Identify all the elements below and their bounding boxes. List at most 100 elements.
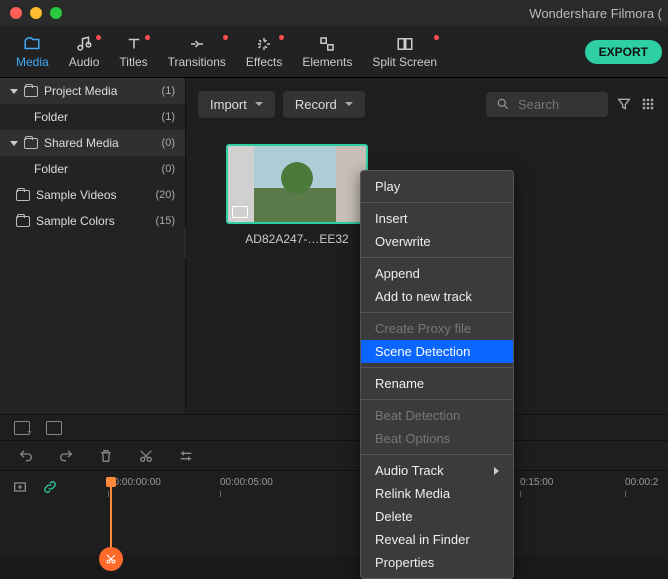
menu-separator xyxy=(361,454,513,455)
chevron-down-icon xyxy=(10,141,18,146)
tab-label: Effects xyxy=(246,55,282,69)
menu-separator xyxy=(361,257,513,258)
dropdown-label: Import xyxy=(210,97,247,112)
folder-button[interactable] xyxy=(46,421,62,435)
thumbnail-label: AD82A247-…EE32 xyxy=(226,232,368,246)
edit-toolbar xyxy=(0,440,668,470)
filter-icon[interactable] xyxy=(616,96,632,112)
adjust-button[interactable] xyxy=(178,448,194,464)
menu-separator xyxy=(361,202,513,203)
grid-view-icon[interactable] xyxy=(640,96,656,112)
menu-item-properties[interactable]: Properties xyxy=(361,551,513,574)
menu-item-insert[interactable]: Insert xyxy=(361,207,513,230)
tab-effects[interactable]: Effects xyxy=(236,31,292,73)
submenu-arrow-icon xyxy=(494,467,499,475)
notification-dot-icon xyxy=(96,35,101,40)
menu-item-add-to-new-track[interactable]: Add to new track xyxy=(361,285,513,308)
folder-icon xyxy=(24,138,38,149)
import-dropdown[interactable]: Import xyxy=(198,91,275,118)
menu-separator xyxy=(361,367,513,368)
sparkle-icon xyxy=(255,35,273,53)
export-button[interactable]: EXPORT xyxy=(585,40,662,64)
tab-titles[interactable]: Titles xyxy=(109,31,157,73)
redo-button[interactable] xyxy=(58,448,74,464)
timeline-left-controls xyxy=(0,471,70,555)
context-menu: Play Insert Overwrite Append Add to new … xyxy=(360,170,514,579)
playhead-cut-button[interactable] xyxy=(99,547,123,571)
notification-dot-icon xyxy=(223,35,228,40)
minimize-window-button[interactable] xyxy=(30,7,42,19)
tab-label: Elements xyxy=(302,55,352,69)
folder-icon xyxy=(24,86,38,97)
ruler-tick: 0:15:00 xyxy=(520,477,553,488)
search-icon xyxy=(496,97,510,111)
sidebar-count: (20) xyxy=(155,189,175,201)
record-dropdown[interactable]: Record xyxy=(283,91,365,118)
chevron-down-icon xyxy=(345,102,353,106)
folder-icon xyxy=(16,216,30,227)
ruler-tick: 00:00:05:00 xyxy=(220,477,273,488)
search-field[interactable] xyxy=(486,92,608,117)
sidebar-item-folder[interactable]: Folder (1) xyxy=(0,104,185,130)
content-toolbar: Import Record xyxy=(186,84,668,124)
folder-icon xyxy=(23,35,41,53)
menu-item-create-proxy: Create Proxy file xyxy=(361,317,513,340)
menu-separator xyxy=(361,312,513,313)
playhead-handle-icon xyxy=(106,477,116,487)
tab-audio[interactable]: Audio xyxy=(59,31,110,73)
menu-item-reveal-in-finder[interactable]: Reveal in Finder xyxy=(361,528,513,551)
menu-item-append[interactable]: Append xyxy=(361,262,513,285)
maximize-window-button[interactable] xyxy=(50,7,62,19)
title-bar: Wondershare Filmora ( xyxy=(0,0,668,26)
split-screen-icon xyxy=(396,35,414,53)
add-track-button[interactable] xyxy=(12,479,28,495)
sidebar-item-project-media[interactable]: Project Media (1) xyxy=(0,78,185,104)
tab-transitions[interactable]: Transitions xyxy=(158,31,236,73)
sidebar-item-sample-videos[interactable]: Sample Videos (20) xyxy=(0,182,185,208)
tab-label: Transitions xyxy=(168,55,226,69)
transitions-icon xyxy=(188,35,206,53)
tab-label: Audio xyxy=(69,55,100,69)
ruler-tick: 00:00:2 xyxy=(625,477,658,488)
sidebar-label: Folder xyxy=(34,110,68,124)
media-sidebar: Project Media (1) Folder (1) Shared Medi… xyxy=(0,78,186,414)
sidebar-label: Shared Media xyxy=(44,136,119,150)
panel-footer xyxy=(0,414,668,440)
delete-button[interactable] xyxy=(98,448,114,464)
sidebar-label: Sample Colors xyxy=(36,214,115,228)
tab-media[interactable]: Media xyxy=(6,31,59,73)
sidebar-item-shared-media[interactable]: Shared Media (0) xyxy=(0,130,185,156)
window-controls xyxy=(10,7,62,19)
media-type-badge-icon xyxy=(232,206,248,218)
tab-label: Media xyxy=(16,55,49,69)
sidebar-count: (0) xyxy=(162,163,175,175)
menu-item-play[interactable]: Play xyxy=(361,175,513,198)
media-thumbnail[interactable]: AD82A247-…EE32 xyxy=(226,144,368,246)
menu-item-scene-detection[interactable]: Scene Detection xyxy=(361,340,513,363)
sidebar-item-sample-colors[interactable]: Sample Colors (15) xyxy=(0,208,185,234)
menu-item-relink-media[interactable]: Relink Media xyxy=(361,482,513,505)
menu-item-audio-track[interactable]: Audio Track xyxy=(361,459,513,482)
close-window-button[interactable] xyxy=(10,7,22,19)
menu-item-rename[interactable]: Rename xyxy=(361,372,513,395)
link-button[interactable] xyxy=(42,479,58,495)
undo-button[interactable] xyxy=(18,448,34,464)
music-note-icon xyxy=(75,35,93,53)
text-icon xyxy=(125,35,143,53)
sidebar-item-folder[interactable]: Folder (0) xyxy=(0,156,185,182)
chevron-down-icon xyxy=(255,102,263,106)
sidebar-label: Project Media xyxy=(44,84,117,98)
tab-split-screen[interactable]: Split Screen xyxy=(362,31,447,73)
playhead[interactable] xyxy=(110,481,112,561)
new-folder-button[interactable] xyxy=(14,421,30,435)
main-toolbar: Media Audio Titles Transitions Effects E… xyxy=(0,26,668,78)
thumbnail-image xyxy=(226,144,368,224)
tab-label: Split Screen xyxy=(372,55,437,69)
menu-item-overwrite[interactable]: Overwrite xyxy=(361,230,513,253)
menu-item-delete[interactable]: Delete xyxy=(361,505,513,528)
cut-button[interactable] xyxy=(138,448,154,464)
folder-icon xyxy=(16,190,30,201)
notification-dot-icon xyxy=(145,35,150,40)
tab-elements[interactable]: Elements xyxy=(292,31,362,73)
search-input[interactable] xyxy=(518,97,598,112)
